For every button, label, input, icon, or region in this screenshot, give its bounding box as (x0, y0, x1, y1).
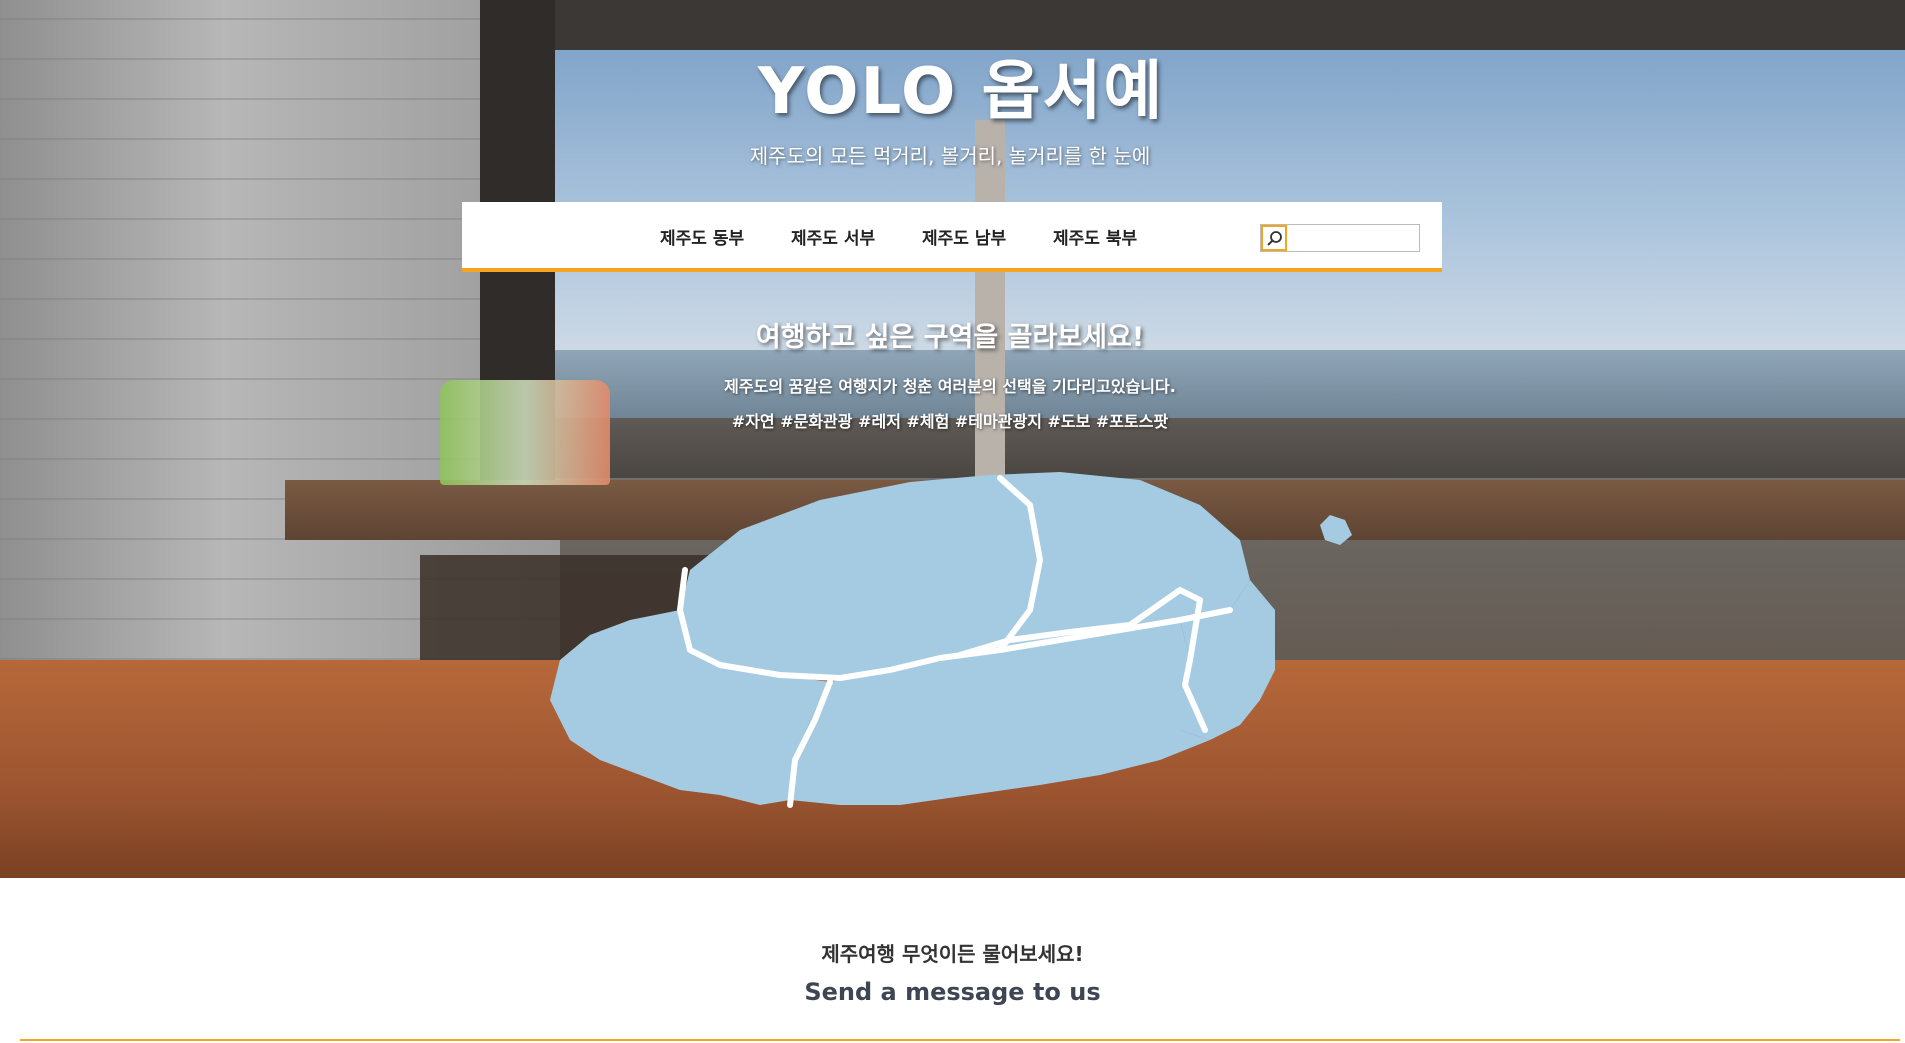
contact-title: 제주여행 무엇이든 물어보세요! (821, 942, 1084, 966)
jeju-island-map (550, 472, 1352, 808)
background-window-frame (480, 0, 1905, 50)
contact-divider (20, 1039, 1900, 1041)
nav-item-west[interactable]: 제주도 서부 (791, 224, 875, 249)
hero-description: 제주도의 꿈같은 여행지가 청춘 여러분의 선택을 기다리고있습니다. (724, 377, 1176, 396)
hero-heading: 여행하고 싶은 구역을 골라보세요! (755, 322, 1145, 353)
site-tagline: 제주도의 모든 먹거리, 볼거리, 놀거리를 한 눈에 (749, 144, 1151, 168)
nav-item-east[interactable]: 제주도 동부 (660, 224, 744, 249)
contact-subtitle[interactable]: Send a message to us (0, 978, 1905, 1006)
hero-section: YOLO 옵서예 제주도의 모든 먹거리, 볼거리, 놀거리를 한 눈에 제주도… (0, 0, 1905, 878)
site-title[interactable]: YOLO 옵서예 (758, 40, 1162, 132)
search-icon (1267, 231, 1282, 246)
search-button[interactable] (1261, 225, 1287, 251)
contact-section: 제주여행 무엇이든 물어보세요! Send a message to us (0, 878, 1905, 1043)
hero-hashtags: #자연 #문화관광 #레저 #체험 #테마관광지 #도보 #포토스팟 (731, 412, 1169, 431)
search-input[interactable] (1289, 227, 1419, 251)
map-region-udo[interactable] (1320, 515, 1352, 545)
nav-item-south[interactable]: 제주도 남부 (922, 224, 1006, 249)
nav-item-north[interactable]: 제주도 북부 (1053, 224, 1137, 249)
site-title-wrap: YOLO 옵서예 (758, 40, 1162, 129)
main-navbar: 제주도 동부 제주도 서부 제주도 남부 제주도 북부 (462, 202, 1442, 272)
search-box (1260, 224, 1420, 252)
